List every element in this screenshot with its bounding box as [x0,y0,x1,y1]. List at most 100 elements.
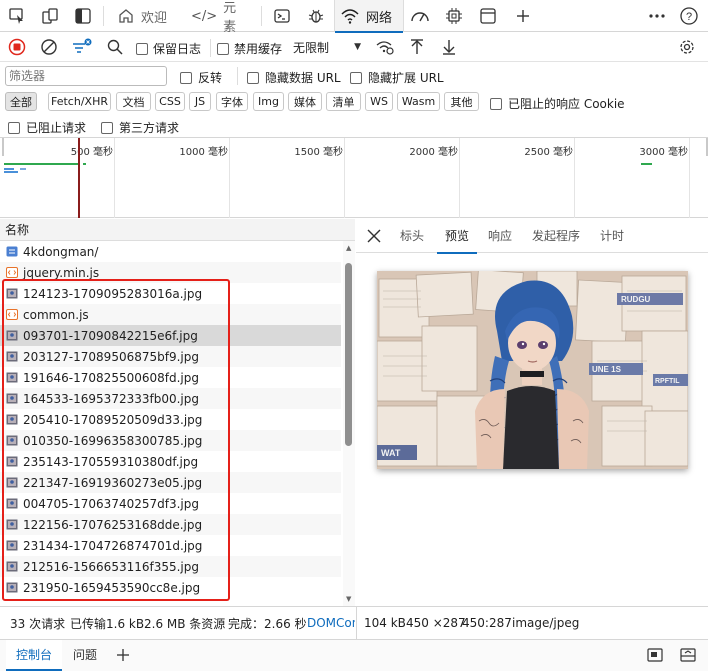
bug-icon[interactable] [305,5,327,27]
more-options-icon[interactable] [646,5,668,27]
tab-welcome[interactable]: 欢迎 [111,0,181,32]
waterfall-bar [4,163,80,165]
request-row[interactable]: 203127-17089506875bf9.jpg [0,346,341,367]
request-row[interactable]: 205410-17089520509d33.jpg [0,409,341,430]
type-filter-media[interactable]: 媒体 [288,92,322,111]
type-filter-font[interactable]: 字体 [216,92,248,111]
request-row[interactable]: 235143-170559310380df.jpg [0,451,341,472]
toggle-sidebar-icon[interactable] [72,5,94,27]
scroll-up-icon[interactable]: ▲ [346,244,351,252]
request-row[interactable]: 093701-17090842215e6f.jpg [0,325,341,346]
clear-icon[interactable] [40,38,58,56]
blocked-response-cookies-checkbox[interactable]: 已阻止的响应 Cookie [490,95,625,112]
filter-input[interactable] [5,66,167,86]
type-filter-js[interactable]: JS [189,92,211,111]
export-har-icon[interactable] [440,38,458,56]
checkbox-box[interactable] [247,71,259,84]
type-filter-img[interactable]: Img [253,92,284,111]
checkbox-box[interactable] [180,71,192,84]
inspect-element-icon[interactable] [6,5,28,27]
request-row[interactable]: 122156-17076253168dde.jpg [0,514,341,535]
device-emulation-icon[interactable] [39,5,61,27]
hide-extension-urls-checkbox[interactable]: 隐藏扩展 URL [350,69,444,86]
request-row[interactable]: 4kdongman/ [0,241,341,262]
type-filter-all[interactable]: 全部 [5,92,37,111]
code-icon: </> [191,8,218,24]
name-column-header[interactable]: 名称 [0,219,355,241]
record-icon[interactable] [8,38,26,56]
console-icon[interactable] [271,5,293,27]
devtools-tabbar: 欢迎 </> 元素 网络 ? [0,0,708,35]
request-row[interactable]: 004705-17063740257df3.jpg [0,493,341,514]
checkbox-box[interactable] [136,42,148,55]
request-row[interactable]: 231434-1704726874701d.jpg [0,535,341,556]
request-row[interactable]: 231950-1659453590cc8e.jpg [0,577,341,598]
filter-active-icon[interactable] [71,37,93,57]
type-filter-label: 全部 [10,95,32,109]
request-row[interactable]: 212516-1566653116f355.jpg [0,556,341,577]
blocked-requests-checkbox[interactable]: 已阻止请求 [8,119,86,136]
request-name: 212516-1566653116f355.jpg [23,559,199,574]
hide-data-urls-checkbox[interactable]: 隐藏数据 URL [247,69,341,86]
tab-timing[interactable]: 计时 [600,219,624,253]
timeline-overview[interactable]: 500 毫秒 1000 毫秒 1500 毫秒 2000 毫秒 2500 毫秒 3… [0,138,708,218]
type-filter-manifest[interactable]: 清单 [326,92,361,111]
checkbox-box[interactable] [8,121,20,134]
scrollbar-thumb[interactable] [345,263,352,446]
tab-preview[interactable]: 预览 [436,219,478,254]
gear-icon[interactable] [678,38,696,56]
status-bar: 33 次请求 已传输1.6 kB 2.6 MB 条资源 完成：2.66 秒 DO… [0,606,708,640]
request-name: 093701-17090842215e6f.jpg [23,328,198,343]
tab-elements[interactable]: </> 元素 [185,0,249,35]
disable-cache-checkbox[interactable]: 禁用缓存 [217,40,282,57]
request-row[interactable]: 124123-1709095283016a.jpg [0,283,341,304]
invert-checkbox[interactable]: 反转 [180,69,222,86]
poster-text: RUDGU [621,295,651,304]
checkbox-box[interactable] [490,97,502,110]
scroll-down-icon[interactable]: ▼ [346,595,351,603]
preserve-log-checkbox[interactable]: 保留日志 [136,40,201,57]
close-icon[interactable] [366,228,382,244]
close-drawer-icon[interactable] [679,647,697,663]
waterfall-bar [20,168,26,170]
drawer-tab-console[interactable]: 控制台 [6,640,63,671]
request-row[interactable]: jquery.min.js [0,262,341,283]
type-filter-fetch-xhr[interactable]: Fetch/XHR [48,92,111,111]
third-party-checkbox[interactable]: 第三方请求 [101,119,179,136]
type-filter-doc[interactable]: 文档 [116,92,151,111]
throttling-select[interactable]: 无限制 ▼ [289,36,367,58]
third-party-label: 第三方请求 [119,121,180,135]
type-filter-ws[interactable]: WS [365,92,393,111]
request-row[interactable]: 191646-170825500608fd.jpg [0,367,341,388]
add-drawer-tab-icon[interactable] [115,647,131,663]
checkbox-box[interactable] [217,42,229,55]
tab-headers[interactable]: 标头 [400,219,424,253]
checkbox-box[interactable] [350,71,362,84]
script-icon [6,309,18,320]
search-icon[interactable] [106,38,124,56]
type-filter-other[interactable]: 其他 [444,92,479,111]
application-icon[interactable] [477,5,499,27]
image-icon [6,498,18,509]
network-conditions-icon[interactable] [375,38,395,56]
import-har-icon[interactable] [408,38,426,56]
tab-initiator[interactable]: 发起程序 [532,219,580,253]
tab-network[interactable]: 网络 [334,0,404,33]
tab-response[interactable]: 响应 [488,219,512,253]
add-tab-icon[interactable] [512,5,534,27]
request-row[interactable]: 164533-1695372333fb00.jpg [0,388,341,409]
dock-drawer-icon[interactable] [646,647,664,663]
poster-text: WAT [381,448,401,458]
drawer-tab-issues[interactable]: 问题 [73,640,97,671]
request-row[interactable]: common.js [0,304,341,325]
request-row[interactable]: 010350-16996358300785.jpg [0,430,341,451]
type-filter-css[interactable]: CSS [155,92,185,111]
help-icon[interactable]: ? [678,5,700,27]
drawer-tab-console-label: 控制台 [16,648,53,662]
type-filter-wasm[interactable]: Wasm [397,92,440,111]
memory-icon[interactable] [443,5,465,27]
checkbox-box[interactable] [101,121,113,134]
performance-icon[interactable] [409,5,431,27]
scrollbar[interactable]: ▲ ▼ [343,241,355,606]
request-row[interactable]: 221347-16919360273e05.jpg [0,472,341,493]
